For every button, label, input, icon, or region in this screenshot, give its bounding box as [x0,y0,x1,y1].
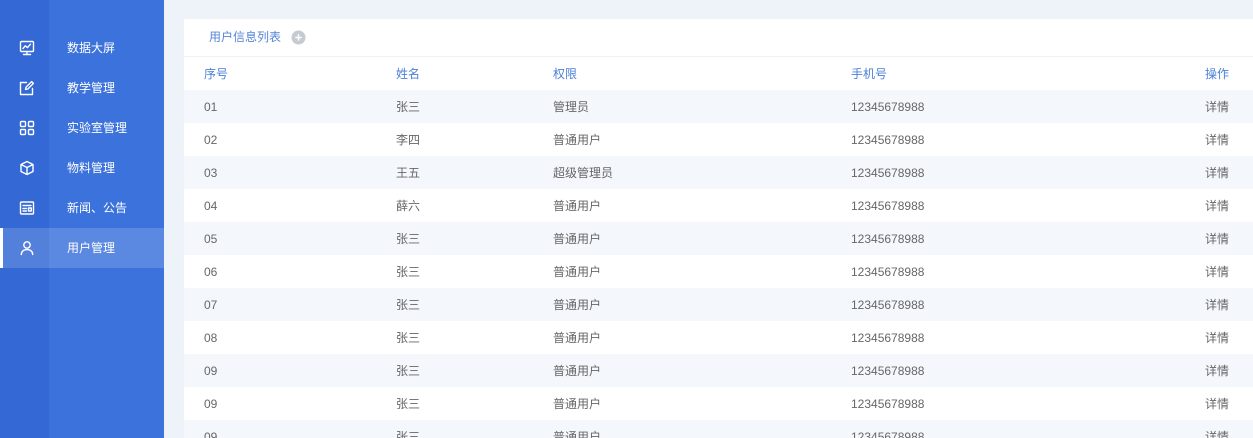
cell-name: 张三 [396,265,421,279]
cell-role: 普通用户 [553,232,602,246]
sidebar-item-users[interactable]: 用户管理 [0,228,164,268]
detail-link[interactable]: 详情 [1205,362,1245,379]
cell-name: 张三 [396,331,421,345]
cell-name: 张三 [396,100,421,114]
sidebar-item-laboratory[interactable]: 实验室管理 [0,108,164,148]
cell-phone: 12345678988 [851,429,925,438]
cell-no: 04 [204,198,218,213]
edit-icon [19,80,35,96]
table-row: 04 薛六 普通用户 12345678988 详情 [184,189,1253,222]
cell-no: 08 [204,330,218,345]
cell-no: 09 [204,429,218,438]
cell-phone: 12345678988 [851,363,925,378]
cell-role: 管理员 [553,100,590,114]
table-row: 09 张三 普通用户 12345678988 详情 [184,387,1253,420]
table-row: 07 张三 普通用户 12345678988 详情 [184,288,1253,321]
cell-no: 07 [204,297,218,312]
cell-no: 05 [204,231,218,246]
sidebar: 数据大屏 教学管理 实验室管理 物料管理 新闻、公告 用户管理 [0,0,164,438]
detail-link[interactable]: 详情 [1205,263,1245,280]
cell-no: 06 [204,264,218,279]
column-header-action: 操作 [1205,67,1230,81]
sidebar-item-label: 教学管理 [67,81,116,95]
cell-no: 09 [204,363,218,378]
cell-name: 张三 [396,232,421,246]
detail-link[interactable]: 详情 [1205,230,1245,247]
user-list-card: 用户信息列表 序号 姓名 权限 手机号 操作 01 张三 管理员 1234567… [184,19,1253,438]
detail-link[interactable]: 详情 [1205,428,1245,438]
sidebar-item-label: 新闻、公告 [67,201,128,215]
cell-role: 普通用户 [553,430,602,438]
cell-no: 03 [204,165,218,180]
cell-name: 王五 [396,166,421,180]
sidebar-item-teaching[interactable]: 教学管理 [0,68,164,108]
cube-icon [19,160,35,176]
cell-role: 普通用户 [553,364,602,378]
cell-role: 普通用户 [553,397,602,411]
cell-phone: 12345678988 [851,132,925,147]
detail-link[interactable]: 详情 [1205,164,1245,181]
sidebar-item-label: 物料管理 [67,161,116,175]
card-header: 用户信息列表 [184,19,1253,57]
cell-role: 普通用户 [553,331,602,345]
cell-name: 张三 [396,430,421,438]
detail-link[interactable]: 详情 [1205,395,1245,412]
sidebar-item-news[interactable]: 新闻、公告 [0,188,164,228]
grid-icon [19,120,35,136]
cell-phone: 12345678988 [851,198,925,213]
table-row: 08 张三 普通用户 12345678988 详情 [184,321,1253,354]
table-row: 05 张三 普通用户 12345678988 详情 [184,222,1253,255]
cell-phone: 12345678988 [851,297,925,312]
cell-phone: 12345678988 [851,264,925,279]
table-row: 06 张三 普通用户 12345678988 详情 [184,255,1253,288]
detail-link[interactable]: 详情 [1205,98,1245,115]
user-icon [19,240,35,256]
cell-no: 01 [204,99,218,114]
dashboard-icon [19,40,35,56]
cell-no: 09 [204,396,218,411]
news-icon [19,200,35,216]
cell-no: 02 [204,132,218,147]
cell-name: 张三 [396,298,421,312]
table-row: 09 张三 普通用户 12345678988 详情 [184,354,1253,387]
table-row: 09 张三 普通用户 12345678988 详情 [184,420,1253,438]
add-circle-icon[interactable] [291,30,306,45]
cell-phone: 12345678988 [851,231,925,246]
cell-name: 李四 [396,133,421,147]
cell-role: 普通用户 [553,298,602,312]
sidebar-item-data-screen[interactable]: 数据大屏 [0,28,164,68]
column-header-name: 姓名 [396,67,421,81]
sidebar-item-label: 数据大屏 [67,41,116,55]
sidebar-item-label: 实验室管理 [67,121,128,135]
cell-role: 超级管理员 [553,166,614,180]
cell-phone: 12345678988 [851,99,925,114]
column-header-no: 序号 [204,67,229,81]
detail-link[interactable]: 详情 [1205,197,1245,214]
cell-phone: 12345678988 [851,330,925,345]
column-header-role: 权限 [553,67,578,81]
cell-name: 张三 [396,364,421,378]
detail-link[interactable]: 详情 [1205,329,1245,346]
card-title: 用户信息列表 [209,30,282,44]
cell-name: 薛六 [396,199,421,213]
detail-link[interactable]: 详情 [1205,131,1245,148]
table-row: 03 王五 超级管理员 12345678988 详情 [184,156,1253,189]
sidebar-item-materials[interactable]: 物料管理 [0,148,164,188]
cell-role: 普通用户 [553,265,602,279]
cell-name: 张三 [396,397,421,411]
sidebar-item-label: 用户管理 [67,241,116,255]
cell-role: 普通用户 [553,133,602,147]
cell-phone: 12345678988 [851,165,925,180]
table-header: 序号 姓名 权限 手机号 操作 [184,57,1253,90]
table-row: 02 李四 普通用户 12345678988 详情 [184,123,1253,156]
cell-role: 普通用户 [553,199,602,213]
cell-phone: 12345678988 [851,396,925,411]
column-header-phone: 手机号 [851,67,888,81]
table-row: 01 张三 管理员 12345678988 详情 [184,90,1253,123]
detail-link[interactable]: 详情 [1205,296,1245,313]
sidebar-menu: 数据大屏 教学管理 实验室管理 物料管理 新闻、公告 用户管理 [0,28,164,268]
